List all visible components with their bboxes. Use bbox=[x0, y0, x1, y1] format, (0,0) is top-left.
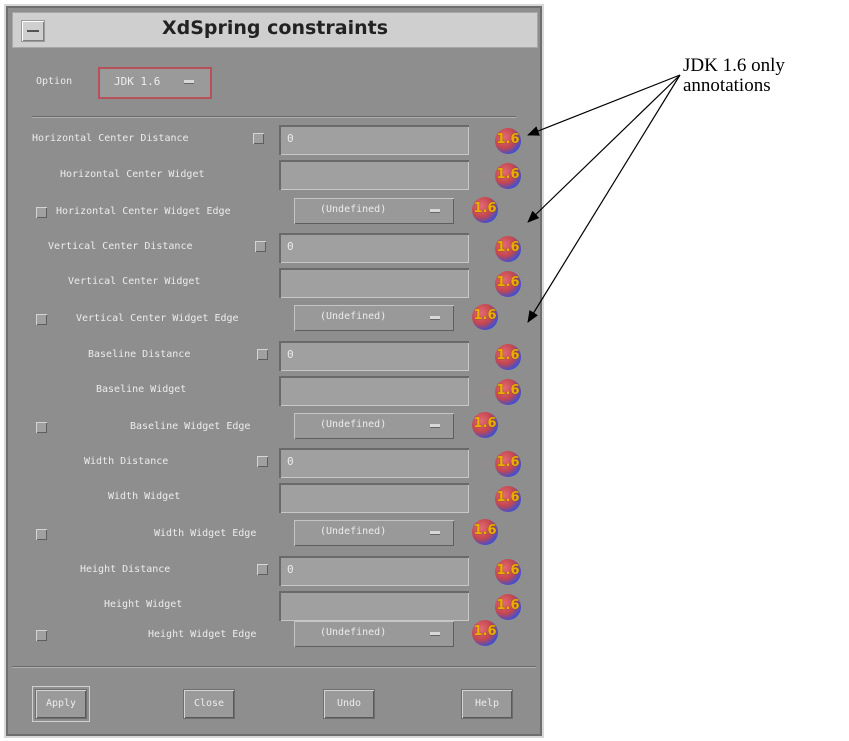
annotation-arrows bbox=[527, 74, 681, 323]
annotation-arrow-3 bbox=[527, 74, 681, 323]
annotation-arrow-1 bbox=[527, 74, 681, 136]
annotation-arrow-2 bbox=[527, 74, 681, 223]
